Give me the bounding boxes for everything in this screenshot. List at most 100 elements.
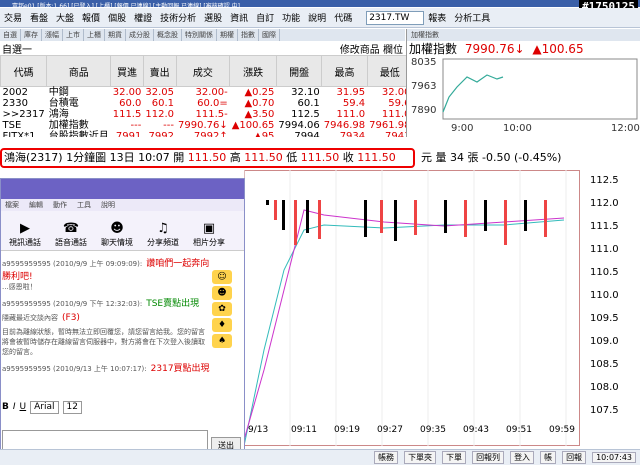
chat-tool-button[interactable]: ☎ 語音通話 <box>51 221 91 248</box>
table-cell: ▲0.70 <box>244 98 275 109</box>
table-cell: 112.5 <box>291 109 320 120</box>
menu-item[interactable]: 選股 <box>200 11 226 24</box>
chat-menu-item[interactable]: 編輯 <box>29 199 43 211</box>
size-select[interactable]: 12 <box>62 400 82 414</box>
wink-icon[interactable]: ☻ <box>212 286 232 300</box>
status-item[interactable]: 回報 <box>562 451 587 464</box>
y-tick: 110.5 <box>590 267 619 278</box>
gift-icon[interactable]: ♦ <box>212 318 232 332</box>
candle <box>364 200 367 237</box>
chat-menu-item[interactable]: 說明 <box>101 199 115 211</box>
quote-tab[interactable]: 期權 <box>217 29 238 41</box>
chat-tool-button[interactable]: ♫ 分享頻道 <box>143 221 183 248</box>
quote-tab[interactable]: 國際 <box>259 29 280 41</box>
column-header[interactable]: 開盤 <box>275 55 323 87</box>
quote-tab[interactable]: 成分股 <box>126 29 154 41</box>
quote-tab[interactable]: 上櫃 <box>84 29 105 41</box>
menu-item[interactable]: 個股 <box>104 11 130 24</box>
menu-item[interactable]: 報價 <box>78 11 104 24</box>
menu-item[interactable]: 權證 <box>130 11 156 24</box>
quote-group-bar: 自選一 修改商品 欄位 <box>0 41 405 56</box>
group-name[interactable]: 自選一 <box>2 41 32 56</box>
column-header[interactable]: 漲跌 <box>229 55 277 87</box>
y-tick: 111.5 <box>590 221 619 232</box>
status-item[interactable]: 登入 <box>510 451 535 464</box>
chat-tool-button[interactable]: ☻ 聊天情境 <box>97 221 137 248</box>
quote-tab[interactable]: 概念股 <box>154 29 182 41</box>
game-icon[interactable]: ♠ <box>212 334 232 348</box>
italic-button[interactable]: I <box>13 402 16 412</box>
column-header[interactable]: 買進 <box>110 55 144 87</box>
index-tab[interactable]: 加權指數 <box>407 29 640 41</box>
chat-menu-item[interactable]: 動作 <box>53 199 67 211</box>
quote-tab[interactable]: 期貨 <box>105 29 126 41</box>
menu-item-right[interactable]: 分析工具 <box>450 11 494 24</box>
index-mini-chart: 8035 7963 7890 9:00 10:00 12:00 <box>411 57 640 134</box>
quote-tab[interactable]: 自選 <box>0 29 21 41</box>
candles-svg <box>244 170 567 446</box>
table-cell: --- <box>163 120 174 131</box>
status-item[interactable]: 下單 <box>442 451 467 464</box>
table-cell: 60.0 <box>119 98 142 109</box>
menu-item[interactable]: 功能 <box>278 11 304 24</box>
emoticon-icon[interactable]: ☺ <box>212 270 232 284</box>
chat-message-text: (F3) <box>62 313 80 323</box>
code-input[interactable]: 2317.TW <box>366 10 425 25</box>
status-item[interactable]: 帳務 <box>374 451 399 464</box>
chat-message: a9595959595 (2010/9/13 上午 10:07:17): 2317… <box>2 361 210 374</box>
quote-tab[interactable]: 特別關係 <box>182 29 217 41</box>
status-item[interactable]: 下單夾 <box>404 451 437 464</box>
menu-item[interactable]: 技術分析 <box>156 11 200 24</box>
table-cell: ▲100.65 <box>231 120 275 131</box>
font-select[interactable]: Arial <box>30 400 59 414</box>
table-cell: 中鋼 <box>48 87 69 98</box>
chat-tool-icon: ♫ <box>157 221 169 236</box>
quote-tab[interactable]: 漲幅 <box>42 29 63 41</box>
column-header[interactable]: 最高 <box>321 55 368 87</box>
chat-menu-item[interactable]: 工具 <box>77 199 91 211</box>
index-change: ▲100.65 <box>532 42 584 56</box>
sticker-icon[interactable]: ✿ <box>212 302 232 316</box>
menu-item[interactable]: 自訂 <box>252 11 278 24</box>
menu-item[interactable]: 交易 <box>0 11 26 24</box>
table-cell: 32.00 <box>112 87 142 98</box>
chat-title[interactable] <box>1 179 244 199</box>
table-row[interactable]: TSE 加權指數 --- --- 7990.76↓ ▲100.65 7994.06 7946.… <box>1 120 424 131</box>
column-header[interactable]: 賣出 <box>142 55 177 87</box>
column-header[interactable]: 商品 <box>46 55 112 87</box>
chat-message: a9595959595 (2010/9/9 下午 12:32:03): TSE賣點… <box>2 296 210 309</box>
infobar-field: 111.50 <box>187 151 230 164</box>
quote-tab[interactable]: 庫存 <box>21 29 42 41</box>
table-cell: ▲3.50 <box>244 109 275 120</box>
candle <box>266 200 269 205</box>
menu-item[interactable]: 資訊 <box>226 11 252 24</box>
status-item[interactable]: 帳 <box>540 451 557 464</box>
status-item[interactable]: 10:07:43 <box>592 452 636 463</box>
chat-tool-label: 相片分享 <box>193 238 225 247</box>
mini-ytick: 7963 <box>411 81 436 92</box>
quote-tab[interactable]: 上市 <box>63 29 84 41</box>
candle <box>380 200 383 233</box>
menu-item[interactable]: 說明 <box>304 11 330 24</box>
underline-button[interactable]: U <box>20 402 27 412</box>
menu-item[interactable]: 大盤 <box>52 11 78 24</box>
mini-ytick: 8035 <box>411 57 436 68</box>
table-row[interactable]: 2002 中鋼 32.00 32.05 32.00- ▲0.25 32.10 31.95 32.… <box>1 87 424 99</box>
chat-tool-button[interactable]: ▣ 相片分享 <box>189 221 229 248</box>
chat-tool-button[interactable]: ▶ 視訊通話 <box>5 221 45 248</box>
status-item[interactable]: 回報列 <box>472 451 505 464</box>
table-cell: 7994.06 <box>278 120 320 131</box>
bold-button[interactable]: B <box>2 402 9 412</box>
column-header[interactable]: 代碼 <box>0 55 48 87</box>
chat-message-meta: a9595959595 (2010/9/9 上午 09:09:09): 讚咱們一起… <box>2 259 210 282</box>
menu-item-right[interactable]: 報表 <box>424 11 450 24</box>
y-tick: 112.5 <box>590 175 619 186</box>
quote-tab[interactable]: 指數 <box>238 29 259 41</box>
column-header[interactable]: 成交 <box>175 55 231 87</box>
chat-menu-item[interactable]: 檔案 <box>5 199 19 211</box>
menu-item[interactable]: 看盤 <box>26 11 52 24</box>
y-tick: 108.0 <box>590 382 619 393</box>
table-cell: ▲0.25 <box>244 87 275 98</box>
table-row[interactable]: >>2317 鴻海 111.5 112.0 111.5- ▲3.50 112.5 111.0 1… <box>1 109 424 120</box>
table-row[interactable]: 2330 台積電 60.0 60.1 60.0= ▲0.70 60.1 59.4 59.6 <box>1 98 424 109</box>
